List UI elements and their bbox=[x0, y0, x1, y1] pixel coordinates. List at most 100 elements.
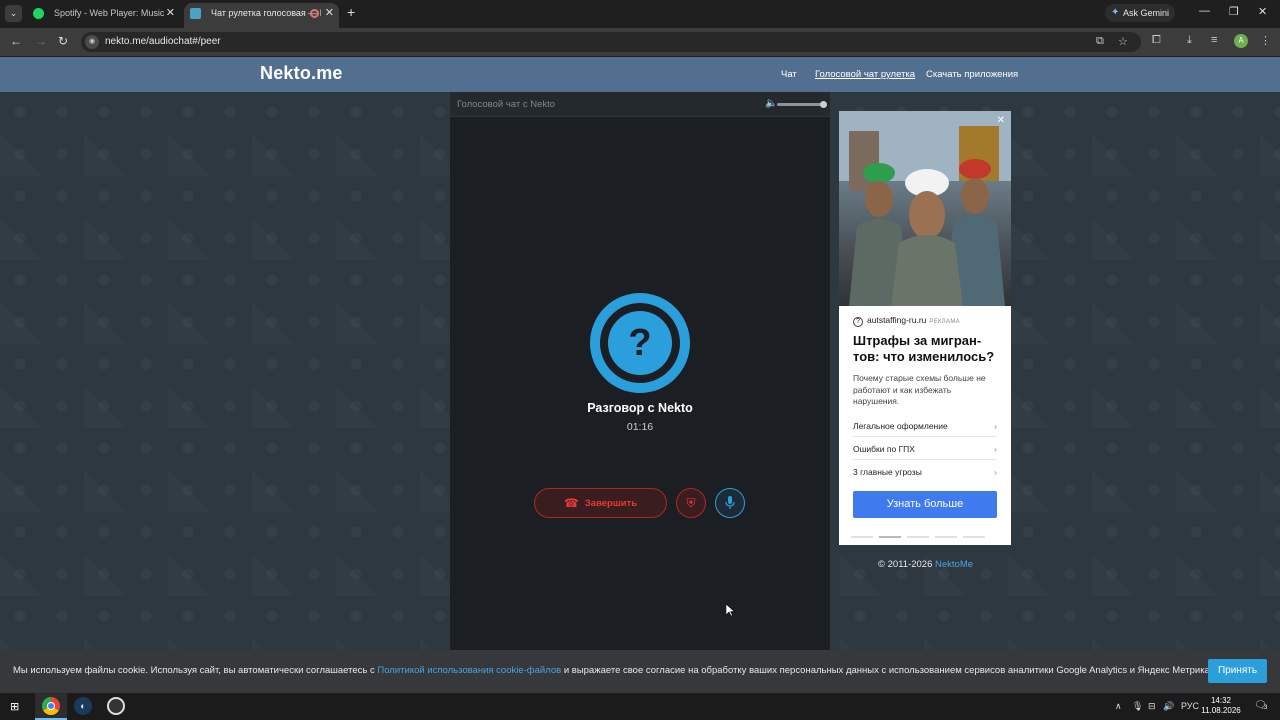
carousel-dot[interactable] bbox=[879, 536, 901, 538]
ad-cta-button[interactable]: Узнать больше bbox=[853, 491, 997, 518]
tray-volume-icon[interactable]: 🔊 bbox=[1163, 701, 1174, 712]
info-icon: ? bbox=[853, 317, 863, 327]
tray-network-icon[interactable]: ⊟ bbox=[1148, 701, 1156, 712]
notification-count: 3 bbox=[1264, 705, 1268, 711]
bookmark-star-icon[interactable]: ☆ bbox=[1118, 35, 1128, 48]
carousel-dot[interactable] bbox=[907, 536, 929, 538]
ad-list-item[interactable]: Легальное оформление › bbox=[853, 415, 997, 437]
install-app-icon[interactable]: ⧉ bbox=[1096, 35, 1104, 48]
copyright: © 2011-2026 NektoMe bbox=[878, 559, 973, 570]
cookie-policy-link[interactable]: Политикой использования cookie-файлов bbox=[377, 665, 561, 676]
close-icon[interactable]: ✕ bbox=[166, 3, 175, 24]
steam-icon[interactable]: ◐ bbox=[74, 697, 92, 715]
back-icon[interactable]: ← bbox=[10, 34, 22, 48]
shield-icon: ⛨ bbox=[686, 496, 696, 510]
obs-icon[interactable] bbox=[107, 697, 125, 715]
report-shield-button[interactable]: ⛨ bbox=[676, 488, 706, 518]
footer-brand-link[interactable]: NektoMe bbox=[935, 559, 973, 570]
clock-time: 14:32 bbox=[1210, 696, 1232, 705]
tray-microphone-icon[interactable]: 🎙 bbox=[1132, 701, 1143, 712]
browser-tab-bar: ⌄ Spotify - Web Player: Music for everyo… bbox=[0, 0, 1280, 28]
taskbar-clock[interactable]: 14:32 11.08.2026 bbox=[1200, 696, 1242, 716]
cookie-accept-button[interactable]: Принять bbox=[1208, 659, 1267, 683]
cookie-banner: Мы используем файлы cookie. Используя са… bbox=[0, 650, 1280, 693]
tray-overflow-icon[interactable]: ∧ bbox=[1115, 701, 1122, 712]
tab-spotify[interactable]: Spotify - Web Player: Music for everyone… bbox=[27, 3, 180, 28]
windows-start-icon[interactable]: ⊞ bbox=[10, 700, 19, 713]
mouse-cursor-icon bbox=[726, 604, 735, 617]
nav-chat[interactable]: Чат bbox=[781, 69, 797, 80]
ask-gemini-button[interactable]: ✦ Ask Gemini bbox=[1105, 4, 1175, 22]
ad-list-item[interactable]: 3 главные угрозы › bbox=[853, 461, 997, 483]
volume-slider[interactable] bbox=[777, 101, 827, 108]
ad-carousel-indicator bbox=[851, 536, 999, 538]
ad-title[interactable]: Штрафы за мигран-тов: что изменилось? bbox=[853, 333, 1003, 365]
site-info-icon[interactable]: ◉ bbox=[85, 35, 99, 49]
voice-chat-panel: Голосовой чат с Nekto 🔈 ? Разговор с Nek… bbox=[450, 92, 830, 650]
copyright-text: © 2011-2026 bbox=[878, 559, 933, 570]
peer-avatar: ? bbox=[590, 293, 690, 393]
ad-list-item-label: Легальное оформление bbox=[853, 421, 948, 431]
end-call-label: Завершить bbox=[584, 498, 638, 509]
spotify-icon bbox=[33, 8, 44, 19]
download-icon[interactable]: ⤓ bbox=[1187, 34, 1192, 47]
address-bar[interactable]: ◉ nekto.me/audiochat#/peer ⧉ ☆ bbox=[81, 32, 1141, 52]
profile-avatar[interactable]: A bbox=[1234, 34, 1248, 48]
reload-icon[interactable]: ↻ bbox=[58, 34, 68, 48]
ad-description: Почему старые схемы больше не работают и… bbox=[853, 373, 986, 406]
carousel-dot[interactable] bbox=[935, 536, 957, 538]
chevron-right-icon: › bbox=[994, 467, 997, 477]
restore-icon[interactable]: ❐ bbox=[1229, 5, 1239, 18]
ad-close-icon[interactable]: ✕ bbox=[997, 115, 1005, 126]
ad-source-domain: autstaffing-ru.ru bbox=[867, 315, 927, 325]
carousel-dot[interactable] bbox=[963, 536, 985, 538]
ad-list-item[interactable]: Ошибки по ГПХ › bbox=[853, 438, 997, 460]
url-text: nekto.me/audiochat#/peer bbox=[105, 36, 221, 47]
minimize-icon[interactable]: — bbox=[1199, 5, 1210, 17]
extensions-icon[interactable]: ⧠ bbox=[1152, 34, 1161, 47]
call-timer: 01:16 bbox=[626, 421, 654, 433]
forward-icon[interactable]: → bbox=[35, 34, 47, 48]
ad-list-item-label: 3 главные угрозы bbox=[853, 467, 922, 477]
cookie-text: Мы используем файлы cookie. Используя са… bbox=[13, 665, 1212, 676]
ad-image[interactable]: ✕ bbox=[839, 111, 1011, 306]
nav-download-apps[interactable]: Скачать приложения bbox=[926, 69, 1018, 80]
site-header: Nekto.me Чат Голосовой чат рулетка Скача… bbox=[0, 57, 1280, 92]
ad-label: РЕКЛАМА bbox=[929, 319, 960, 325]
gemini-icon: ✦ bbox=[1111, 7, 1120, 18]
tab-search-button[interactable]: ⌄ bbox=[5, 5, 22, 22]
chat-header-title: Голосовой чат с Nekto bbox=[457, 99, 556, 110]
volume-icon[interactable]: 🔈 bbox=[765, 98, 777, 109]
windows-taskbar: ⊞ ◐ ∧ 🎙 ⊟ 🔊 РУС 14:32 11.08.2026 🗨 3 bbox=[0, 693, 1280, 720]
reading-list-icon[interactable]: ≡ bbox=[1211, 34, 1217, 46]
chrome-icon[interactable] bbox=[42, 697, 60, 715]
carousel-dot[interactable] bbox=[851, 536, 873, 538]
tab-title: Чат рулетка голосовая — Nekto.me bbox=[211, 8, 321, 18]
nekto-favicon-icon bbox=[190, 8, 201, 19]
microphone-icon bbox=[725, 496, 735, 509]
volume-slider-handle[interactable] bbox=[820, 101, 827, 108]
cookie-text-after: и выражаете свое согласие на обработку в… bbox=[563, 665, 1213, 676]
nav-voice-chat[interactable]: Голосовой чат рулетка bbox=[815, 69, 915, 80]
chevron-right-icon: › bbox=[994, 421, 997, 431]
chat-header: Голосовой чат с Nekto 🔈 bbox=[450, 92, 830, 117]
clock-date: 11.08.2026 bbox=[1201, 706, 1241, 715]
tray-language[interactable]: РУС bbox=[1181, 701, 1199, 711]
tab-nekto[interactable]: Чат рулетка голосовая — Nekto.me ✕ bbox=[184, 3, 339, 28]
ad-photo-illustration bbox=[839, 111, 1011, 306]
ad-source: ? autstaffing-ru.ru РЕКЛАМА bbox=[853, 315, 960, 327]
close-icon[interactable]: ✕ bbox=[325, 3, 334, 24]
new-tab-button[interactable]: + bbox=[347, 4, 355, 20]
end-call-button[interactable]: ☎ Завершить bbox=[534, 488, 667, 518]
recording-icon bbox=[310, 9, 319, 18]
menu-kebab-icon[interactable]: ⋮ bbox=[1260, 34, 1271, 47]
chevron-right-icon: › bbox=[994, 444, 997, 454]
tab-title: Spotify - Web Player: Music for everyone bbox=[54, 8, 164, 18]
question-mark-icon: ? bbox=[608, 311, 672, 375]
microphone-button[interactable] bbox=[715, 488, 745, 518]
close-window-icon[interactable]: ✕ bbox=[1258, 5, 1267, 18]
site-logo[interactable]: Nekto.me bbox=[260, 63, 343, 84]
hang-up-phone-icon: ☎ bbox=[563, 496, 579, 510]
gemini-label: Ask Gemini bbox=[1123, 8, 1170, 18]
advertisement[interactable]: ✕ ? autstaffing-ru.ru РЕКЛАМА Штрафы за ми… bbox=[839, 111, 1011, 545]
